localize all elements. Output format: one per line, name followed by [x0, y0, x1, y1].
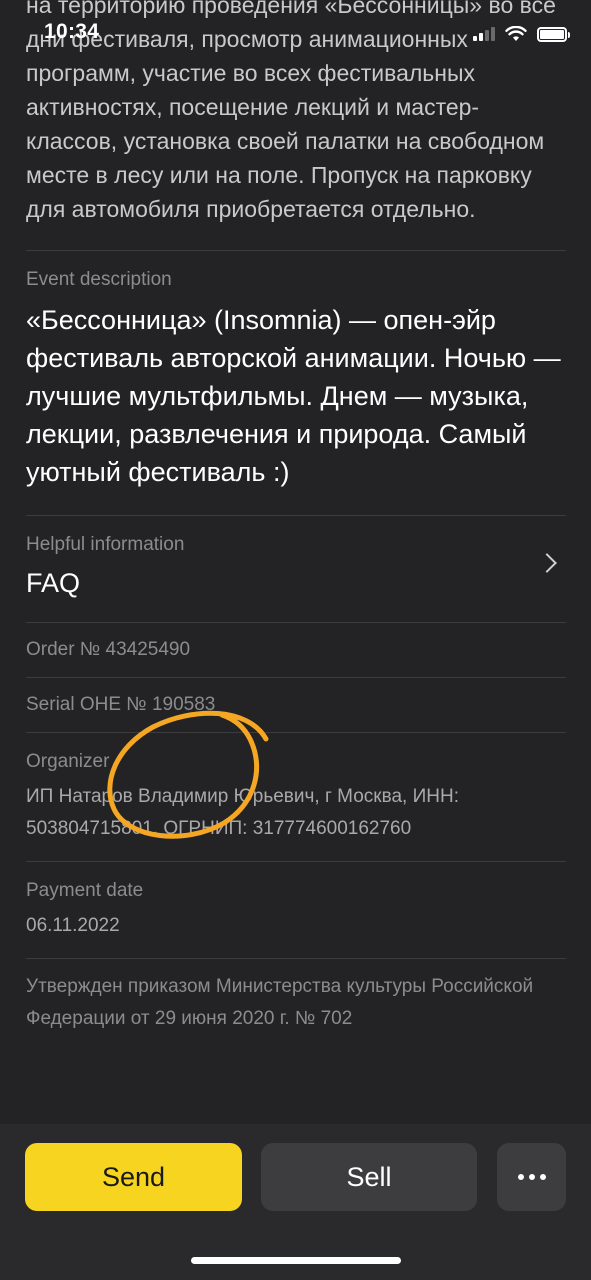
- status-bar: 10:34: [0, 0, 591, 60]
- faq-row[interactable]: Helpful information FAQ: [26, 516, 566, 622]
- order-number: Order № 43425490: [26, 639, 191, 660]
- cellular-signal-icon: [473, 27, 495, 41]
- status-icons: [473, 26, 570, 42]
- organizer-section: Organizer ИП Натаров Владимир Юрьевич, г…: [26, 733, 566, 861]
- battery-icon: [537, 26, 570, 42]
- payment-date-value: 06.11.2022: [26, 915, 120, 936]
- event-description-text: «Бессонница» (Insomnia) — опен-эйр фести…: [26, 305, 561, 487]
- ticket-details: на территорию проведения «Бессонницы» во…: [26, 0, 566, 1035]
- wifi-icon: [505, 26, 527, 41]
- payment-date-label: Payment date: [26, 880, 144, 901]
- organizer-details: ИП Натаров Владимир Юрьевич, г Москва, И…: [26, 786, 459, 839]
- serial-number: Serial ОНЕ № 190583: [26, 694, 216, 715]
- status-time: 10:34: [44, 20, 100, 43]
- organizer-label: Organizer: [26, 751, 110, 772]
- payment-section: Payment date 06.11.2022: [26, 862, 566, 958]
- home-indicator[interactable]: [191, 1257, 401, 1264]
- send-button[interactable]: Send: [25, 1143, 242, 1211]
- more-options-button[interactable]: [497, 1143, 566, 1211]
- event-description-section: Event description «Бессонница» (Insomnia…: [26, 251, 566, 515]
- ellipsis-icon: [517, 1174, 546, 1180]
- bottom-action-bar: Send Sell: [0, 1124, 591, 1280]
- sell-button[interactable]: Sell: [261, 1143, 477, 1211]
- helpful-info-label: Helpful information: [26, 534, 185, 555]
- ministry-approval-text: Утвержден приказом Министерства культуры…: [26, 976, 534, 1029]
- event-description-label: Event description: [26, 269, 172, 290]
- faq-link[interactable]: FAQ: [26, 564, 566, 602]
